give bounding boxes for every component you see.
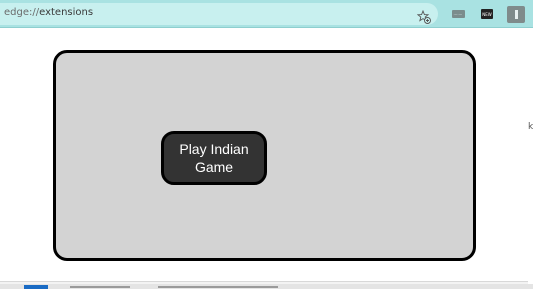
address-bar[interactable]: edge://extensions — [0, 3, 438, 25]
extension-logo-mark — [514, 9, 518, 19]
game-card: Play Indian Game — [53, 50, 476, 261]
url-scheme: edge:// — [4, 7, 40, 18]
background-page-text: k — [528, 122, 533, 132]
browser-toolbar: edge://extensions ······· NEW — [0, 0, 533, 28]
address-url[interactable]: edge://extensions — [4, 7, 93, 18]
extension-logo-icon — [507, 5, 525, 23]
star-add-icon — [417, 10, 431, 24]
extension-logo-icon: ······· — [451, 10, 465, 18]
background-page-edge — [528, 28, 533, 289]
background-page-text-fragment — [158, 286, 278, 288]
extension-button[interactable]: ······· — [446, 5, 470, 23]
background-page-text-fragment — [70, 286, 130, 288]
url-path: extensions — [39, 7, 94, 18]
extension-popup: Play Indian Game — [0, 28, 528, 282]
extension-button[interactable]: NEW — [475, 5, 499, 23]
add-favorite-button[interactable] — [414, 8, 434, 26]
play-game-button[interactable]: Play Indian Game — [161, 131, 267, 185]
extension-logo-icon: NEW — [481, 9, 493, 19]
active-extension-button[interactable] — [504, 5, 528, 23]
background-page-accent — [24, 285, 48, 289]
